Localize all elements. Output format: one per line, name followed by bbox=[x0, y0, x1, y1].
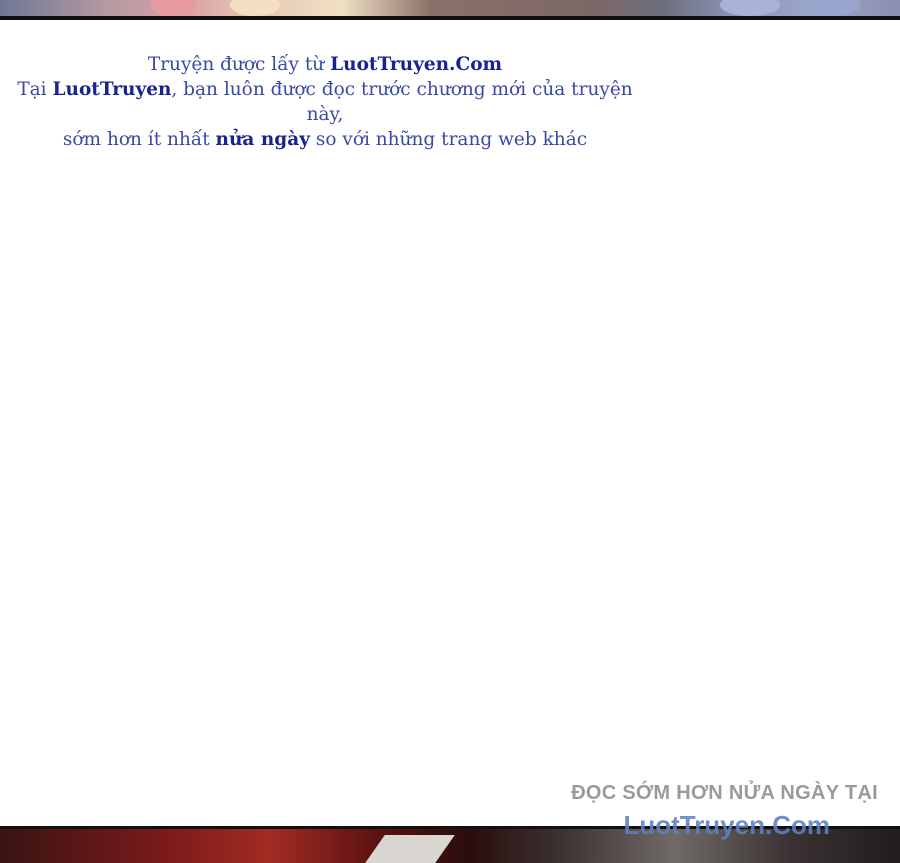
top-illustration-strip bbox=[0, 0, 900, 20]
promo-heading: ĐỌC SỚM HƠN NỬA NGÀY TẠI bbox=[571, 782, 878, 804]
flower-shape bbox=[810, 0, 860, 16]
flower-shape bbox=[150, 0, 196, 16]
source-notice: Truyện được lấy từ LuotTruyen.Com Tại Lu… bbox=[0, 52, 650, 152]
flower-shape bbox=[720, 0, 780, 16]
site-name: LuotTruyen bbox=[52, 79, 172, 100]
highlight-text: nửa ngày bbox=[215, 129, 310, 150]
promo-site-watermark: LuotTruyen.Com bbox=[623, 810, 830, 840]
notice-line-1: Truyện được lấy từ LuotTruyen.Com bbox=[147, 54, 503, 75]
site-link: LuotTruyen.Com bbox=[330, 54, 503, 75]
notice-line-3: sớm hơn ít nhất nửa ngày so với những tr… bbox=[62, 129, 588, 150]
white-streak-shape bbox=[365, 835, 455, 863]
flower-shape bbox=[230, 0, 280, 16]
notice-line-2: Tại LuotTruyen, bạn luôn được đọc trước … bbox=[17, 79, 633, 125]
